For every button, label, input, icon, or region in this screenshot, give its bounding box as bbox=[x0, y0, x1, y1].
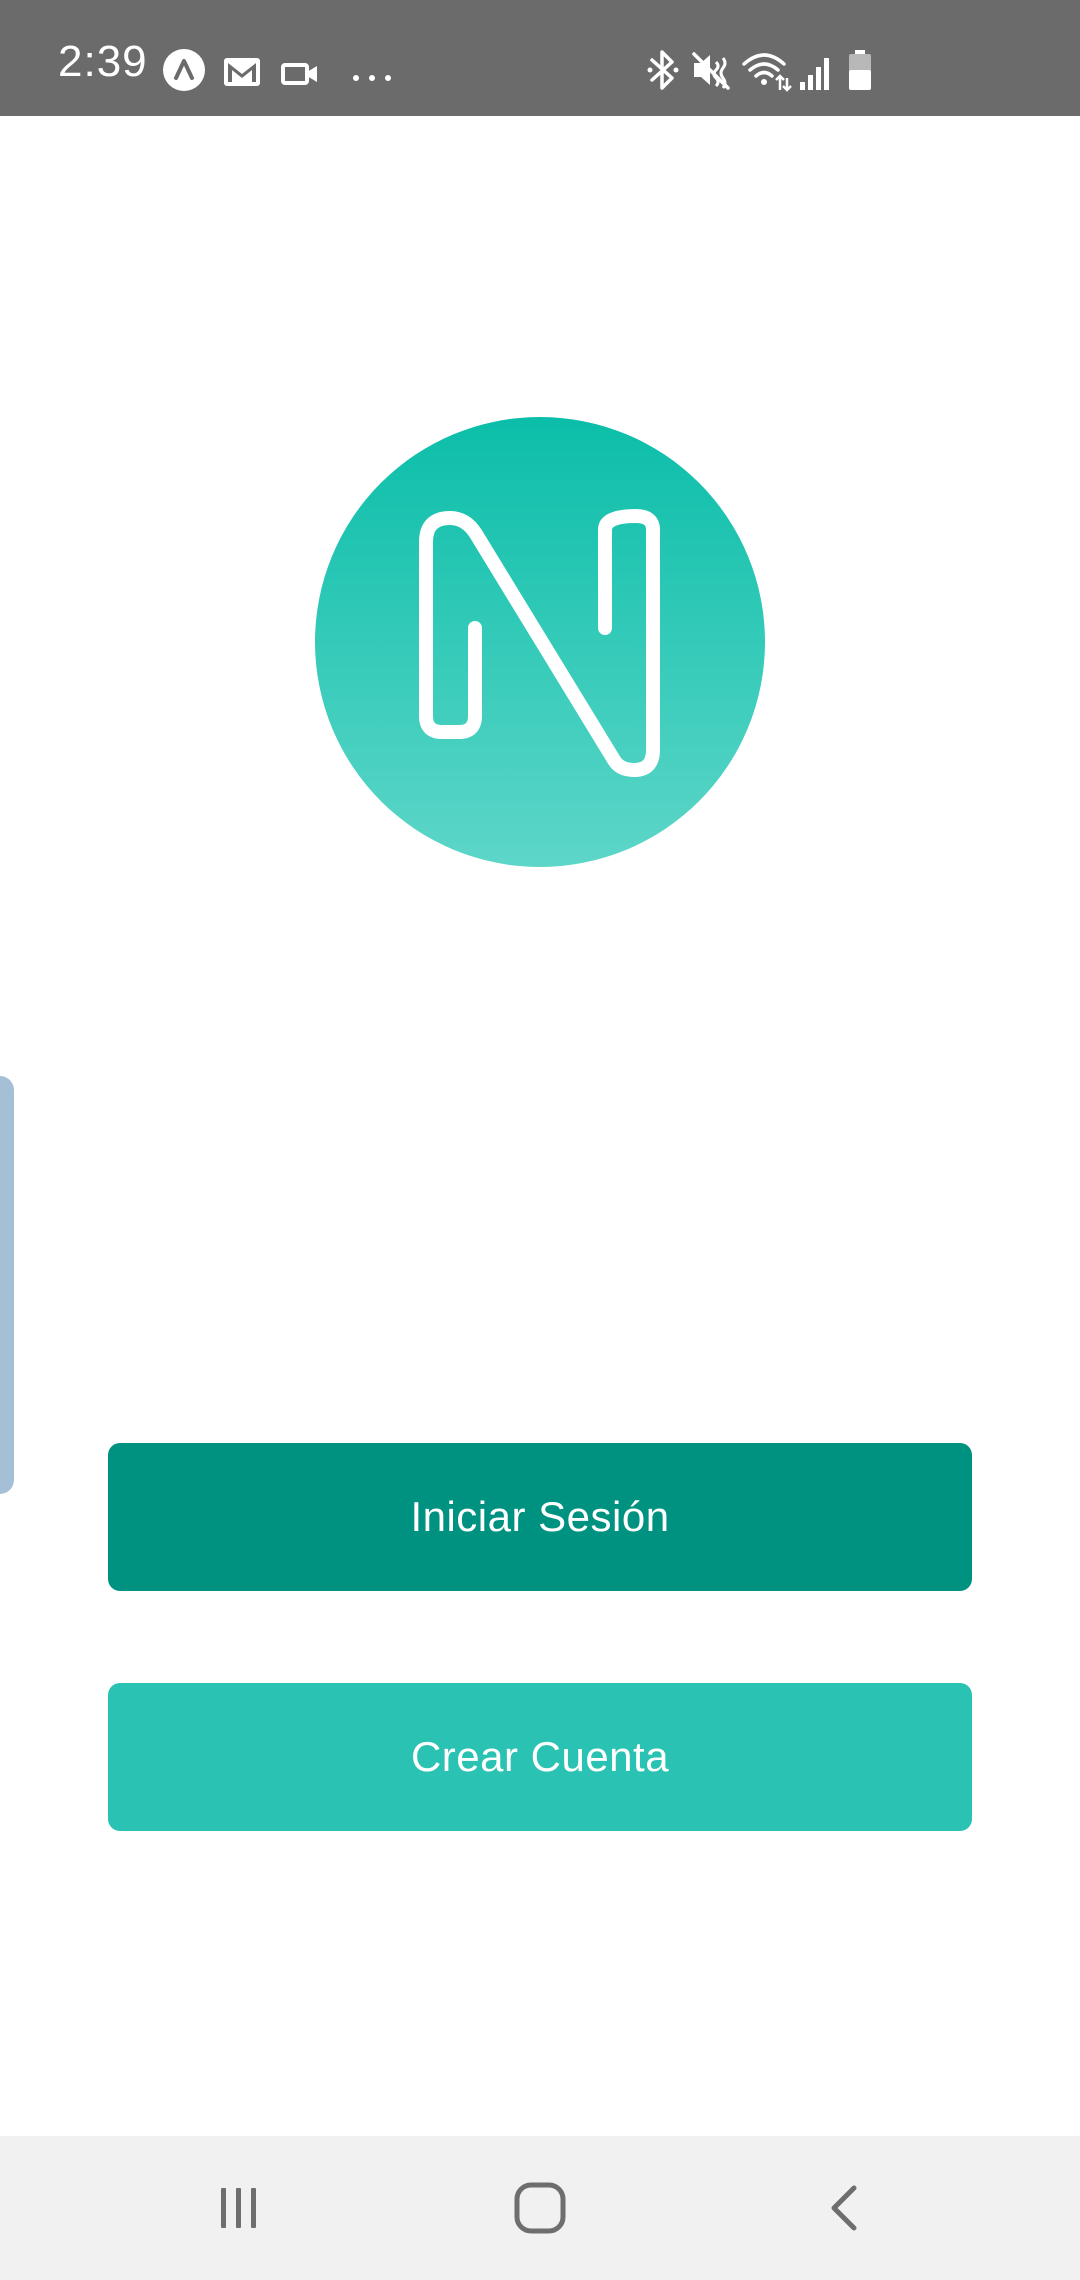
more-dots-icon bbox=[350, 56, 394, 100]
status-bar: 2:39 bbox=[0, 0, 1080, 116]
status-time: 2:39 bbox=[58, 37, 148, 86]
login-button-label: Iniciar Sesión bbox=[410, 1493, 670, 1540]
back-icon[interactable] bbox=[808, 2176, 880, 2240]
create-account-button[interactable]: Crear Cuenta bbox=[108, 1683, 972, 1831]
app-a-icon bbox=[162, 48, 206, 92]
gmail-icon bbox=[222, 50, 262, 94]
login-button[interactable]: Iniciar Sesión bbox=[108, 1443, 972, 1591]
mute-icon bbox=[690, 48, 732, 92]
home-icon[interactable] bbox=[504, 2176, 576, 2240]
signal-icon bbox=[798, 50, 834, 94]
edge-panel-handle[interactable] bbox=[0, 1076, 14, 1494]
battery-icon bbox=[846, 48, 874, 92]
wifi-icon bbox=[740, 48, 792, 92]
bluetooth-icon bbox=[646, 48, 680, 92]
video-call-icon bbox=[280, 52, 320, 96]
create-account-button-label: Crear Cuenta bbox=[410, 1733, 670, 1780]
recent-apps-icon[interactable] bbox=[203, 2176, 275, 2240]
navigation-bar bbox=[0, 2136, 1080, 2280]
app-screen: 2:39 Iniciar Sesión Crear Cuenta bbox=[0, 0, 1080, 2280]
app-logo bbox=[314, 416, 766, 868]
n-logo-icon bbox=[315, 417, 765, 867]
